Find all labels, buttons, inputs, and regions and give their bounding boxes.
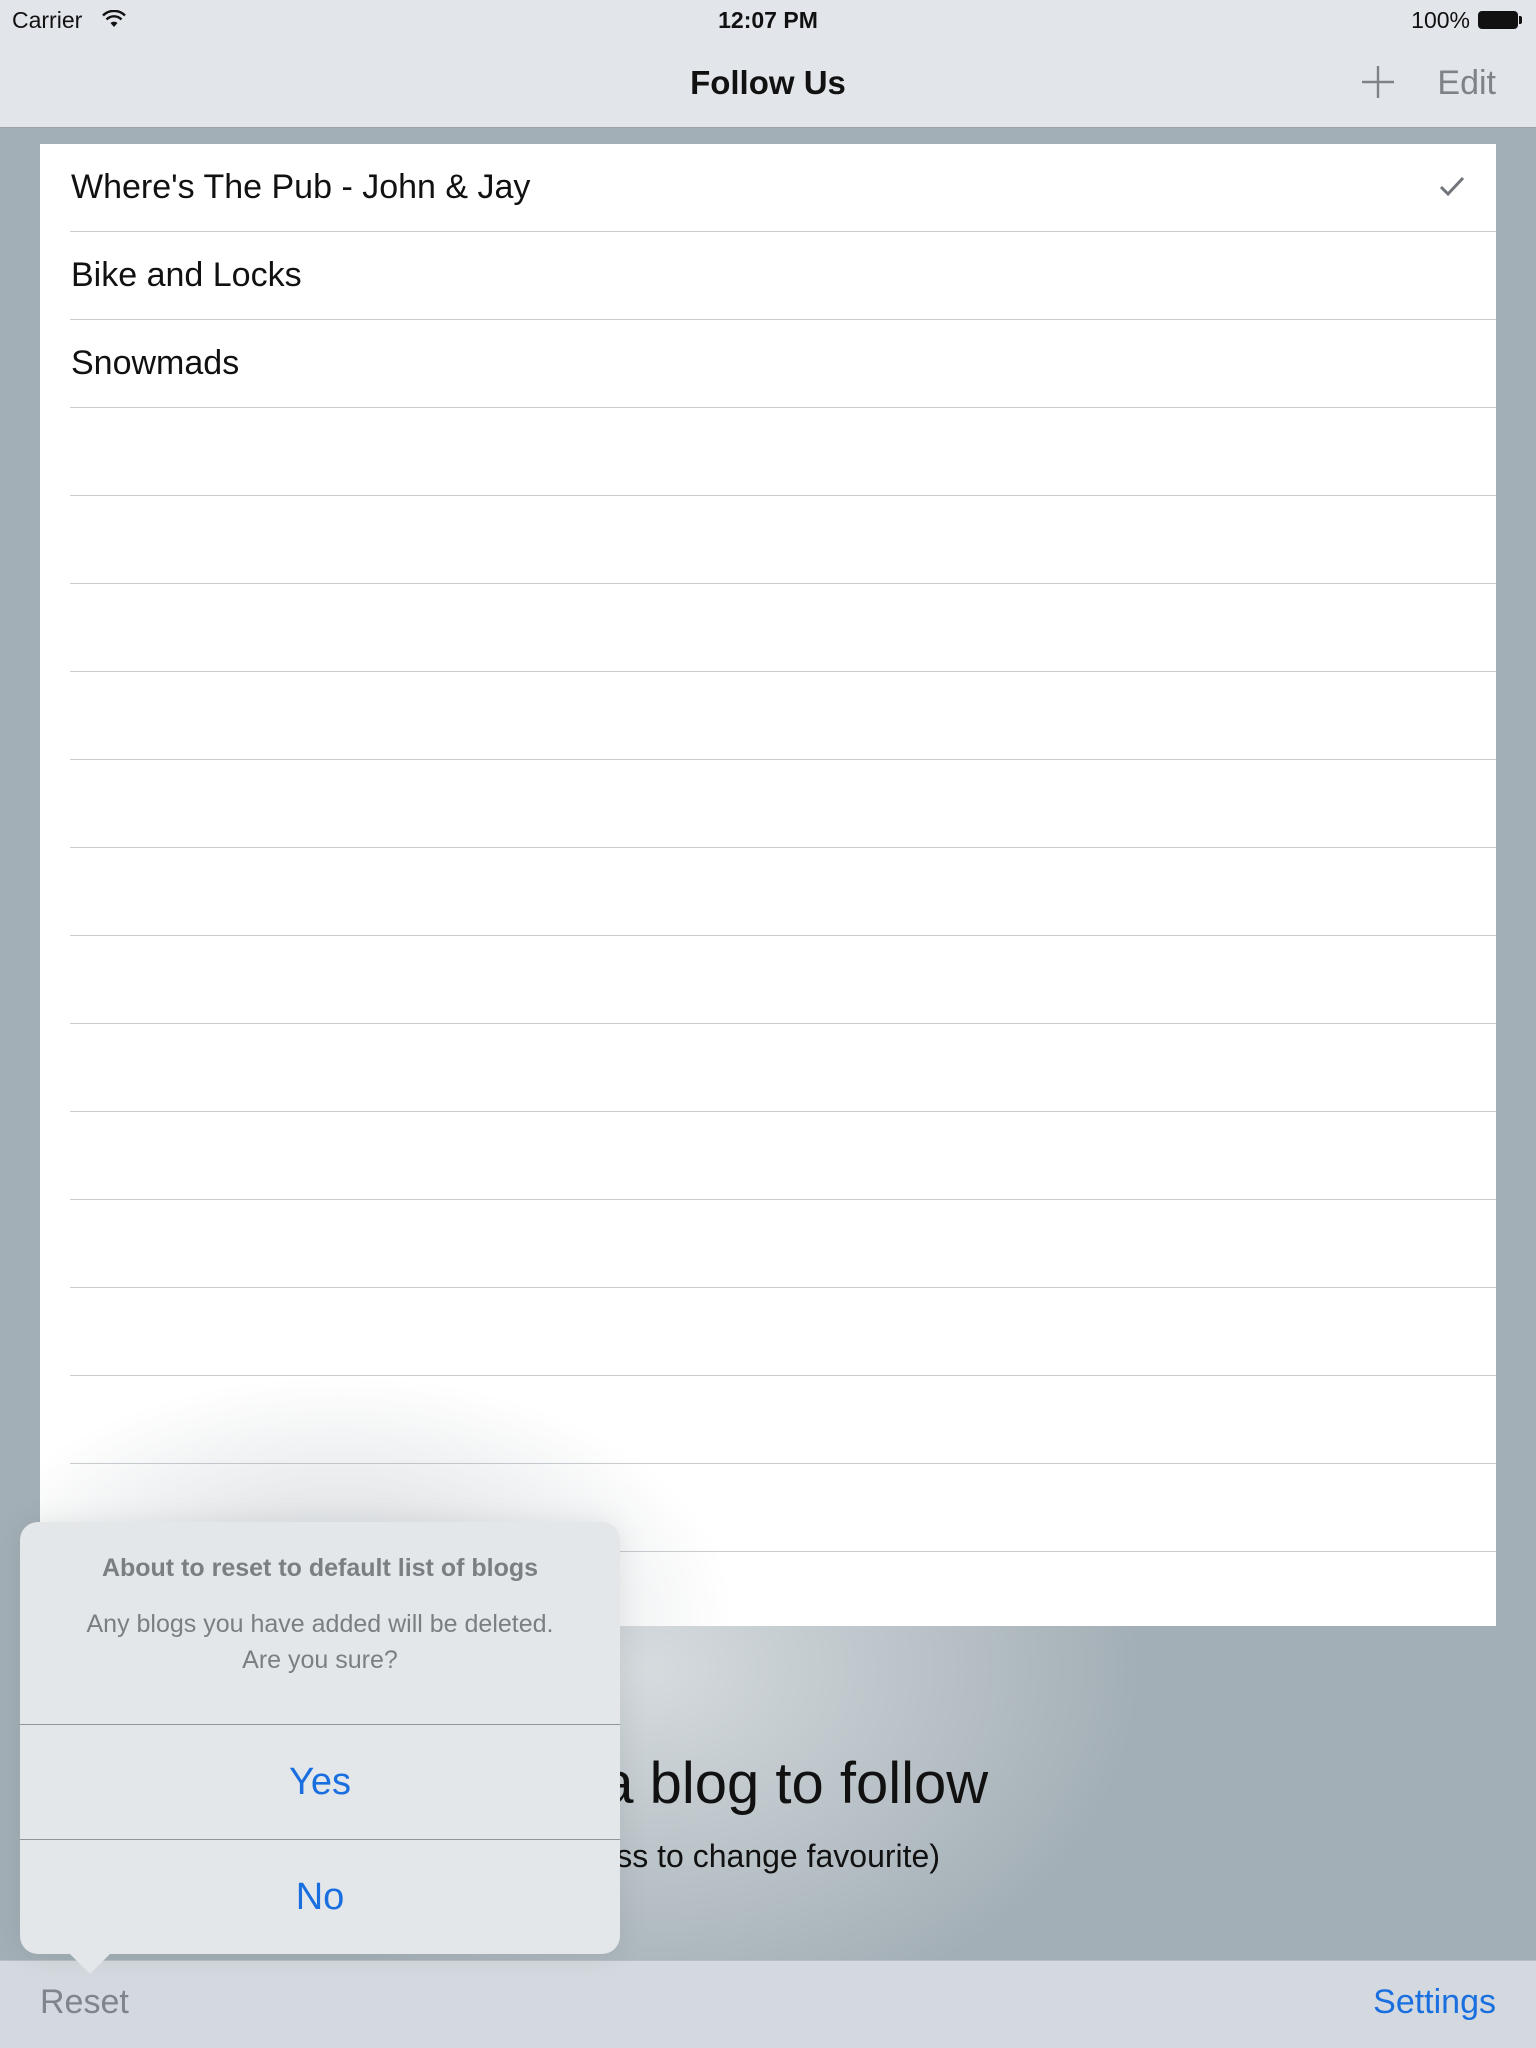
checkmark-icon (1439, 176, 1465, 197)
list-item-label: Where's The Pub - John & Jay (71, 168, 531, 206)
plus-icon[interactable] (1360, 64, 1396, 100)
empty-row (40, 760, 1496, 848)
empty-row (40, 1288, 1496, 1376)
bottom-toolbar: Reset Settings (0, 1960, 1536, 2048)
status-bar: Carrier 12:07 PM 100% (0, 0, 1536, 40)
empty-row (40, 584, 1496, 672)
settings-button[interactable]: Settings (1373, 1983, 1496, 2022)
alert-message-line: Any blogs you have added will be deleted… (86, 1610, 554, 1638)
empty-row (40, 496, 1496, 584)
empty-row (40, 936, 1496, 1024)
list-item-label: Snowmads (71, 344, 240, 382)
alert-message: Any blogs you have added will be deleted… (20, 1606, 620, 1678)
list-item[interactable]: Bike and Locks (40, 232, 1496, 320)
alert-message-line: Are you sure? (242, 1646, 398, 1674)
list-item[interactable]: Where's The Pub - John & Jay (40, 144, 1496, 232)
edit-button[interactable]: Edit (1437, 64, 1496, 103)
empty-row (40, 1024, 1496, 1112)
blog-list: Where's The Pub - John & Jay Bike and Lo… (40, 144, 1496, 1626)
favourite-hint: press to change favourite) (570, 1838, 940, 1874)
empty-row (40, 672, 1496, 760)
page-title: Follow Us (690, 64, 846, 101)
navigation-bar: Follow Us Edit (0, 40, 1536, 128)
battery-percent: 100% (1411, 7, 1470, 33)
alert-title: About to reset to default list of blogs (101, 1554, 539, 1582)
yes-button[interactable]: Yes (20, 1725, 620, 1839)
empty-row (40, 1376, 1496, 1464)
empty-row (40, 408, 1496, 496)
list-item[interactable]: Snowmads (40, 320, 1496, 408)
battery-icon (1478, 11, 1524, 31)
empty-row (40, 1200, 1496, 1288)
popover-arrow (68, 1952, 112, 1974)
clock: 12:07 PM (718, 7, 818, 33)
reset-button[interactable]: Reset (40, 1983, 129, 2022)
reset-confirmation-popover: About to reset to default list of blogs … (20, 1522, 620, 1954)
list-item-label: Bike and Locks (71, 256, 302, 294)
no-button[interactable]: No (20, 1840, 620, 1954)
empty-row (40, 848, 1496, 936)
empty-row (40, 1112, 1496, 1200)
